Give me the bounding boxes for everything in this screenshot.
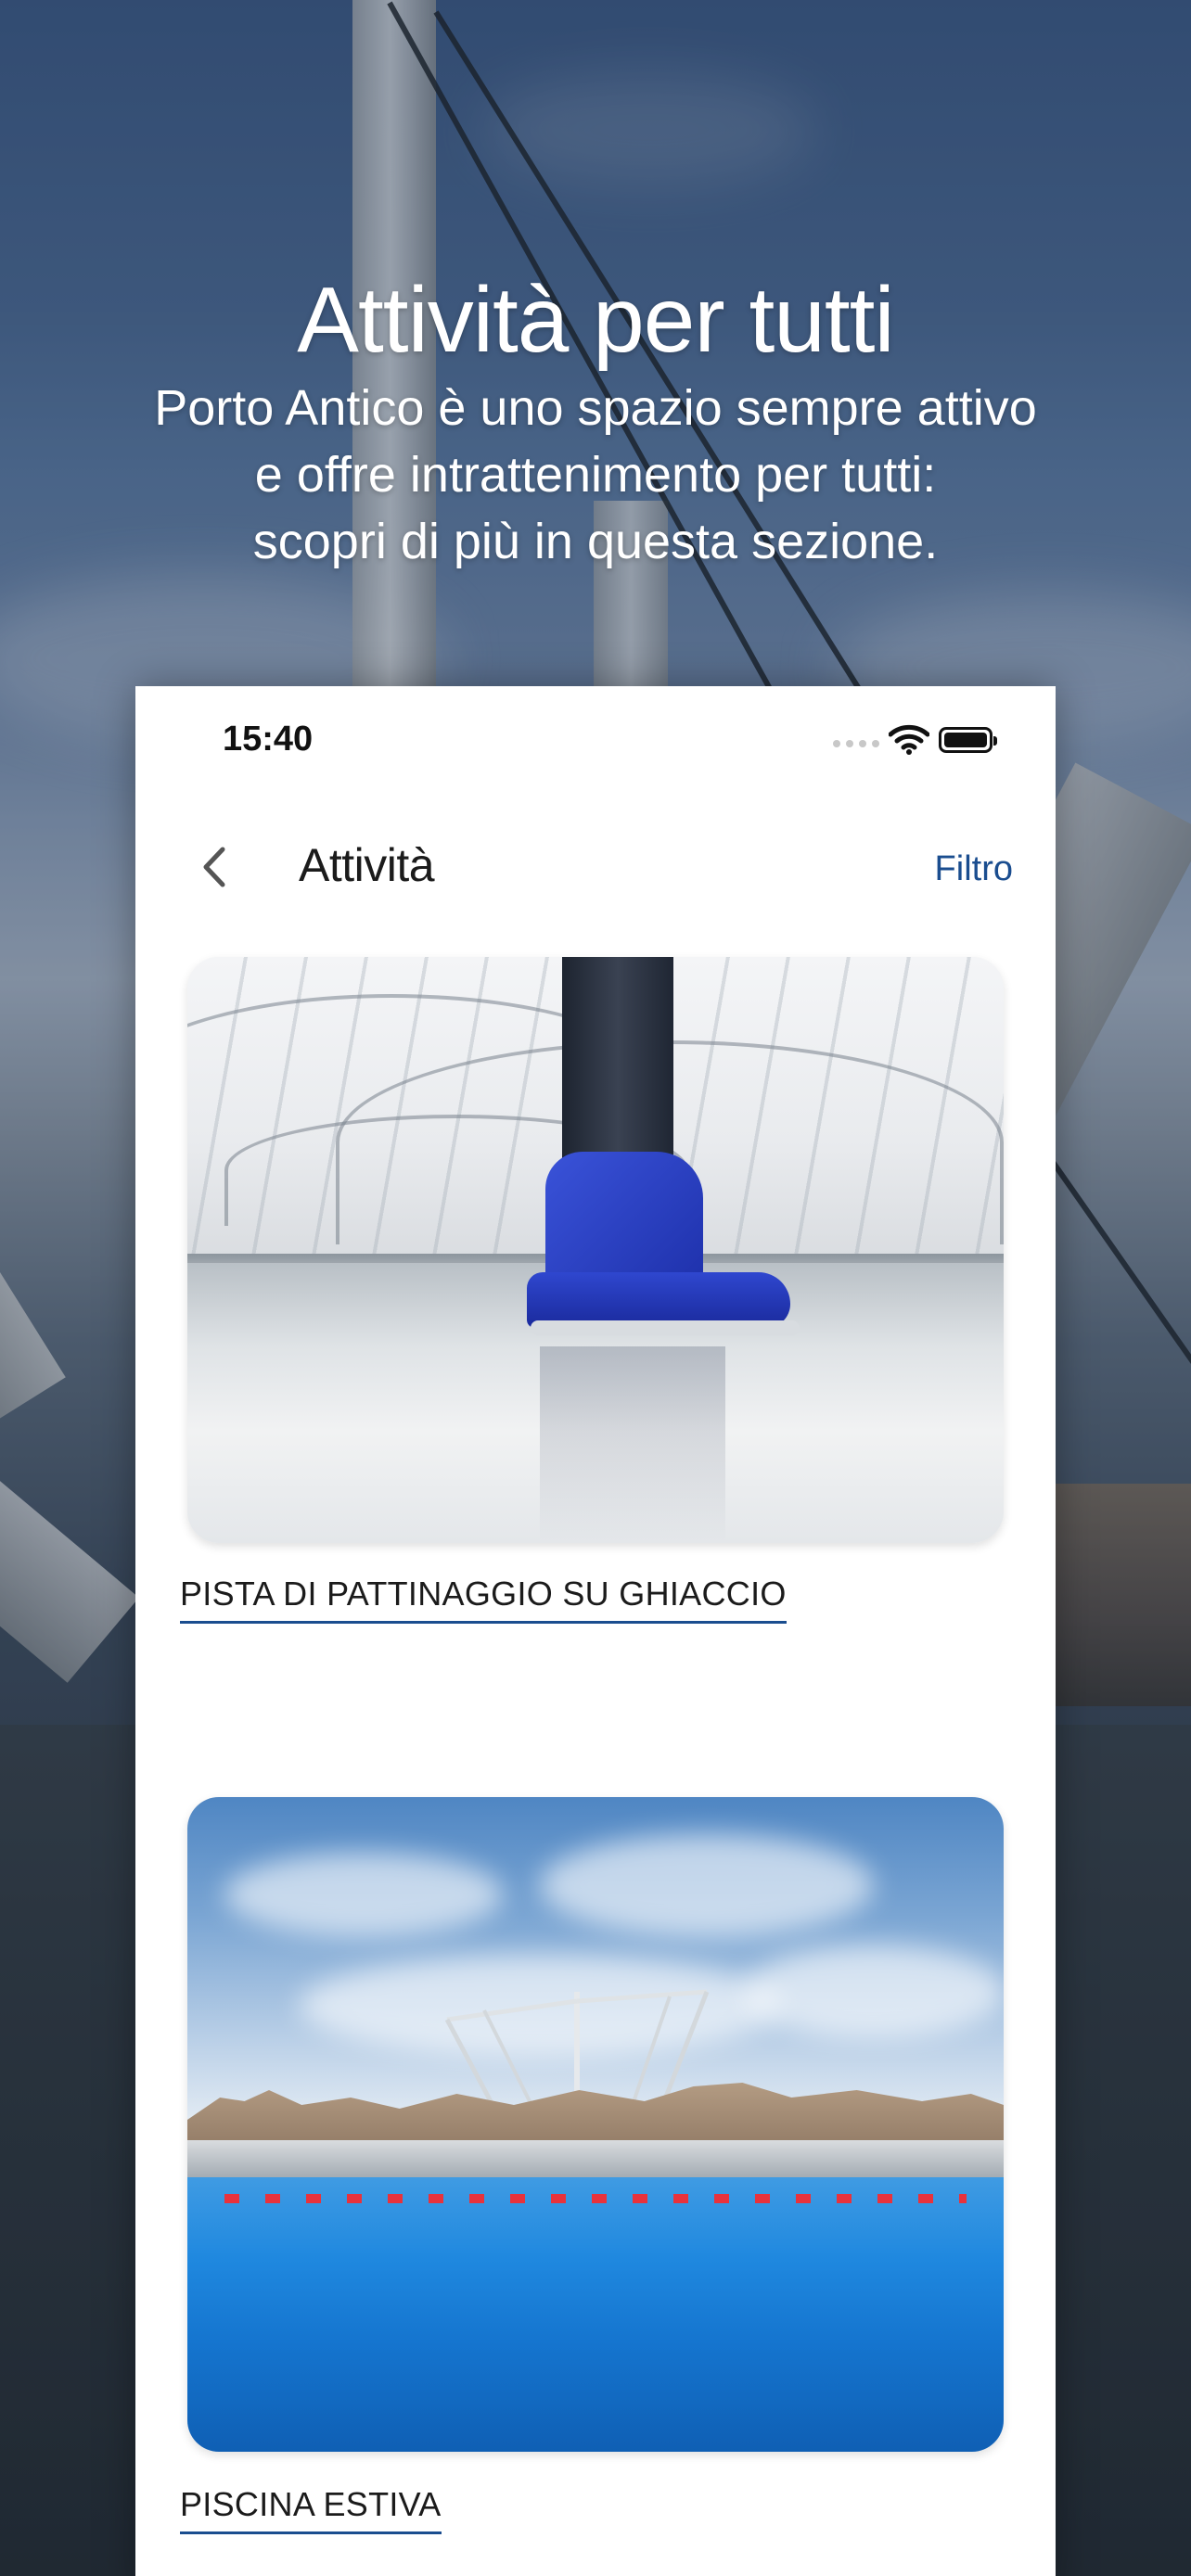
battery-icon [939, 727, 997, 753]
filter-button[interactable]: Filtro [935, 849, 1013, 889]
subtitle-line: Porto Antico è uno spazio sempre attivo [154, 380, 1037, 436]
nav-title: Attività [299, 839, 435, 891]
activity-title[interactable]: PISTA DI PATTINAGGIO SU GHIACCIO [180, 1575, 787, 1624]
subtitle-line: e offre intrattenimento per tutti: [254, 447, 937, 503]
activity-title[interactable]: PISCINA ESTIVA [180, 2485, 442, 2534]
back-button[interactable] [182, 835, 247, 899]
activity-card[interactable]: PISTA DI PATTINAGGIO SU GHIACCIO [180, 957, 1004, 1624]
page-title: Attività per tutti [297, 268, 894, 372]
status-bar: 15:40 [135, 686, 1056, 788]
page-subtitle: Porto Antico è uno spazio sempre attivo … [93, 375, 1098, 575]
phone-screen: 15:40 Attività Filtro PISTA DI PATTINAGG… [135, 686, 1056, 2576]
ice-skating-rink-photo[interactable] [187, 957, 1004, 1543]
subtitle-line: scopri di più in questa sezione. [252, 514, 939, 569]
wifi-icon [889, 724, 929, 755]
summer-pool-photo[interactable] [187, 1797, 1004, 2452]
chevron-left-icon [203, 847, 225, 887]
navigation-bar: Attività Filtro [135, 807, 1056, 927]
activity-card[interactable]: PISCINA ESTIVA [180, 1797, 1004, 2534]
status-time: 15:40 [223, 720, 314, 759]
signal-icon [833, 740, 879, 747]
